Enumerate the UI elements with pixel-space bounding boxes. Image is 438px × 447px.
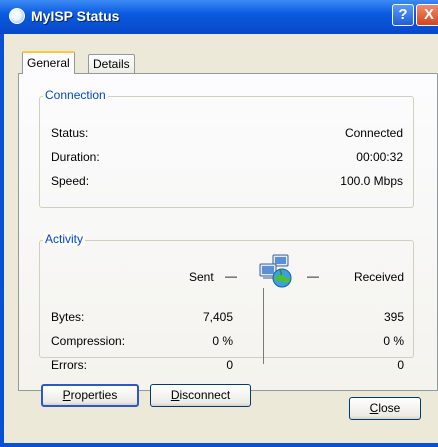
window-title: MyISP Status	[31, 8, 120, 24]
compression-received-value: 0 %	[383, 334, 404, 348]
errors-received-value: 0	[397, 358, 404, 372]
dialog-client-area: General Details Connection Status: Conne…	[4, 34, 438, 443]
duration-value: 00:00:32	[356, 150, 403, 164]
errors-label: Errors:	[51, 358, 87, 372]
dialog-window: MyISP Status ? X General Details Connect…	[0, 0, 438, 447]
tab-details[interactable]: Details	[88, 54, 135, 74]
status-value: Connected	[344, 126, 403, 140]
tab-general[interactable]: General	[22, 51, 75, 74]
speed-value: 100.0 Mbps	[340, 174, 403, 188]
bytes-sent-value: 7,405	[202, 310, 233, 324]
close-label: lose	[378, 401, 401, 415]
compression-label: Compression:	[51, 334, 126, 348]
status-label: Status:	[51, 126, 89, 140]
connection-status-icon	[9, 8, 25, 24]
sent-dash: —	[225, 269, 237, 283]
title-bar[interactable]: MyISP Status ? X	[0, 0, 438, 34]
speed-label: Speed:	[51, 174, 90, 188]
activity-divider	[263, 288, 264, 364]
tab-panel-general: Connection Status: Connected Duration: 0…	[18, 73, 438, 407]
bytes-label: Bytes:	[51, 310, 85, 324]
received-dash: —	[307, 269, 319, 283]
compression-sent-value: 0 %	[212, 334, 233, 348]
close-button[interactable]: Close	[349, 397, 421, 420]
activity-group-title: Activity	[43, 232, 86, 246]
properties-accel: P	[62, 388, 71, 402]
network-computers-icon	[259, 254, 292, 288]
bytes-received-value: 395	[383, 310, 404, 324]
received-label: Received	[353, 270, 404, 284]
disconnect-button[interactable]: Disconnect	[150, 384, 251, 407]
help-button[interactable]: ?	[392, 4, 414, 26]
properties-button[interactable]: Properties	[41, 384, 139, 407]
sent-label: Sent	[189, 270, 214, 284]
properties-label: roperties	[70, 388, 118, 402]
close-window-button[interactable]: X	[416, 4, 438, 26]
disconnect-label: isconnect	[179, 388, 231, 402]
errors-sent-value: 0	[226, 358, 233, 372]
connection-group-title: Connection	[43, 88, 108, 102]
duration-label: Duration:	[51, 150, 100, 164]
